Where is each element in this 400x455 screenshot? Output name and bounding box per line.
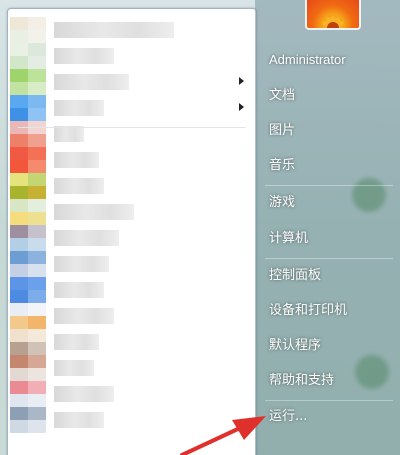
submenu-arrow-icon	[239, 103, 244, 111]
games-link[interactable]: 游戏	[262, 191, 392, 215]
program-icon	[10, 147, 46, 173]
user-picture[interactable]	[305, 0, 361, 30]
program-item[interactable]	[8, 147, 256, 173]
right-divider	[265, 185, 393, 186]
program-icon	[10, 121, 46, 147]
programs-pane	[7, 8, 257, 455]
pictures-link[interactable]: 图片	[262, 119, 392, 143]
system-links-pane: Administrator 文档 图片 音乐 游戏 计算机 控制面板 设备和打印…	[255, 0, 400, 455]
program-item[interactable]	[8, 69, 256, 95]
program-item[interactable]	[8, 43, 256, 69]
program-label	[54, 204, 134, 220]
program-label	[54, 412, 104, 428]
program-label	[54, 22, 174, 38]
program-icon	[10, 329, 46, 355]
program-item[interactable]	[8, 355, 256, 381]
program-icon	[10, 69, 46, 95]
program-icon	[10, 407, 46, 433]
program-icon	[10, 303, 46, 329]
computer-link[interactable]: 计算机	[262, 227, 392, 251]
program-label	[54, 360, 94, 376]
program-label	[54, 152, 99, 168]
right-divider	[265, 258, 393, 259]
submenu-arrow-icon	[239, 77, 244, 85]
program-item[interactable]	[8, 95, 256, 121]
program-icon	[10, 199, 46, 225]
program-label	[54, 178, 104, 194]
program-item[interactable]	[8, 173, 256, 199]
devices-printers-link[interactable]: 设备和打印机	[262, 299, 392, 323]
program-label	[54, 256, 109, 272]
user-name-link[interactable]: Administrator	[262, 48, 392, 72]
default-programs-link[interactable]: 默认程序	[262, 334, 392, 358]
program-icon	[10, 381, 46, 407]
help-support-link[interactable]: 帮助和支持	[262, 369, 392, 393]
documents-link[interactable]: 文档	[262, 84, 392, 108]
program-icon	[10, 355, 46, 381]
program-label	[54, 334, 99, 350]
program-list	[8, 17, 256, 433]
program-item[interactable]	[8, 251, 256, 277]
program-item[interactable]	[8, 277, 256, 303]
flower-icon	[322, 16, 344, 28]
program-icon	[10, 225, 46, 251]
annotation-arrow-icon	[180, 416, 266, 455]
program-label	[54, 308, 114, 324]
run-link[interactable]: 运行...	[262, 405, 392, 429]
program-item[interactable]	[8, 225, 256, 251]
start-menu: Administrator 文档 图片 音乐 游戏 计算机 控制面板 设备和打印…	[0, 0, 400, 455]
programs-divider	[18, 127, 246, 128]
program-label	[54, 126, 84, 142]
program-item[interactable]	[8, 381, 256, 407]
program-label	[54, 100, 104, 116]
program-icon	[10, 95, 46, 121]
control-panel-link[interactable]: 控制面板	[262, 264, 392, 288]
program-item[interactable]	[8, 199, 256, 225]
program-label	[54, 48, 114, 64]
program-item[interactable]	[8, 329, 256, 355]
music-link[interactable]: 音乐	[262, 154, 392, 178]
program-icon	[10, 173, 46, 199]
program-label	[54, 74, 129, 90]
program-item[interactable]	[8, 17, 256, 43]
program-icon	[10, 43, 46, 69]
program-icon	[10, 17, 46, 43]
program-label	[54, 282, 104, 298]
right-divider	[265, 400, 393, 401]
program-item[interactable]	[8, 121, 256, 147]
program-icon	[10, 277, 46, 303]
program-label	[54, 386, 114, 402]
program-label	[54, 230, 119, 246]
program-item[interactable]	[8, 303, 256, 329]
program-icon	[10, 251, 46, 277]
